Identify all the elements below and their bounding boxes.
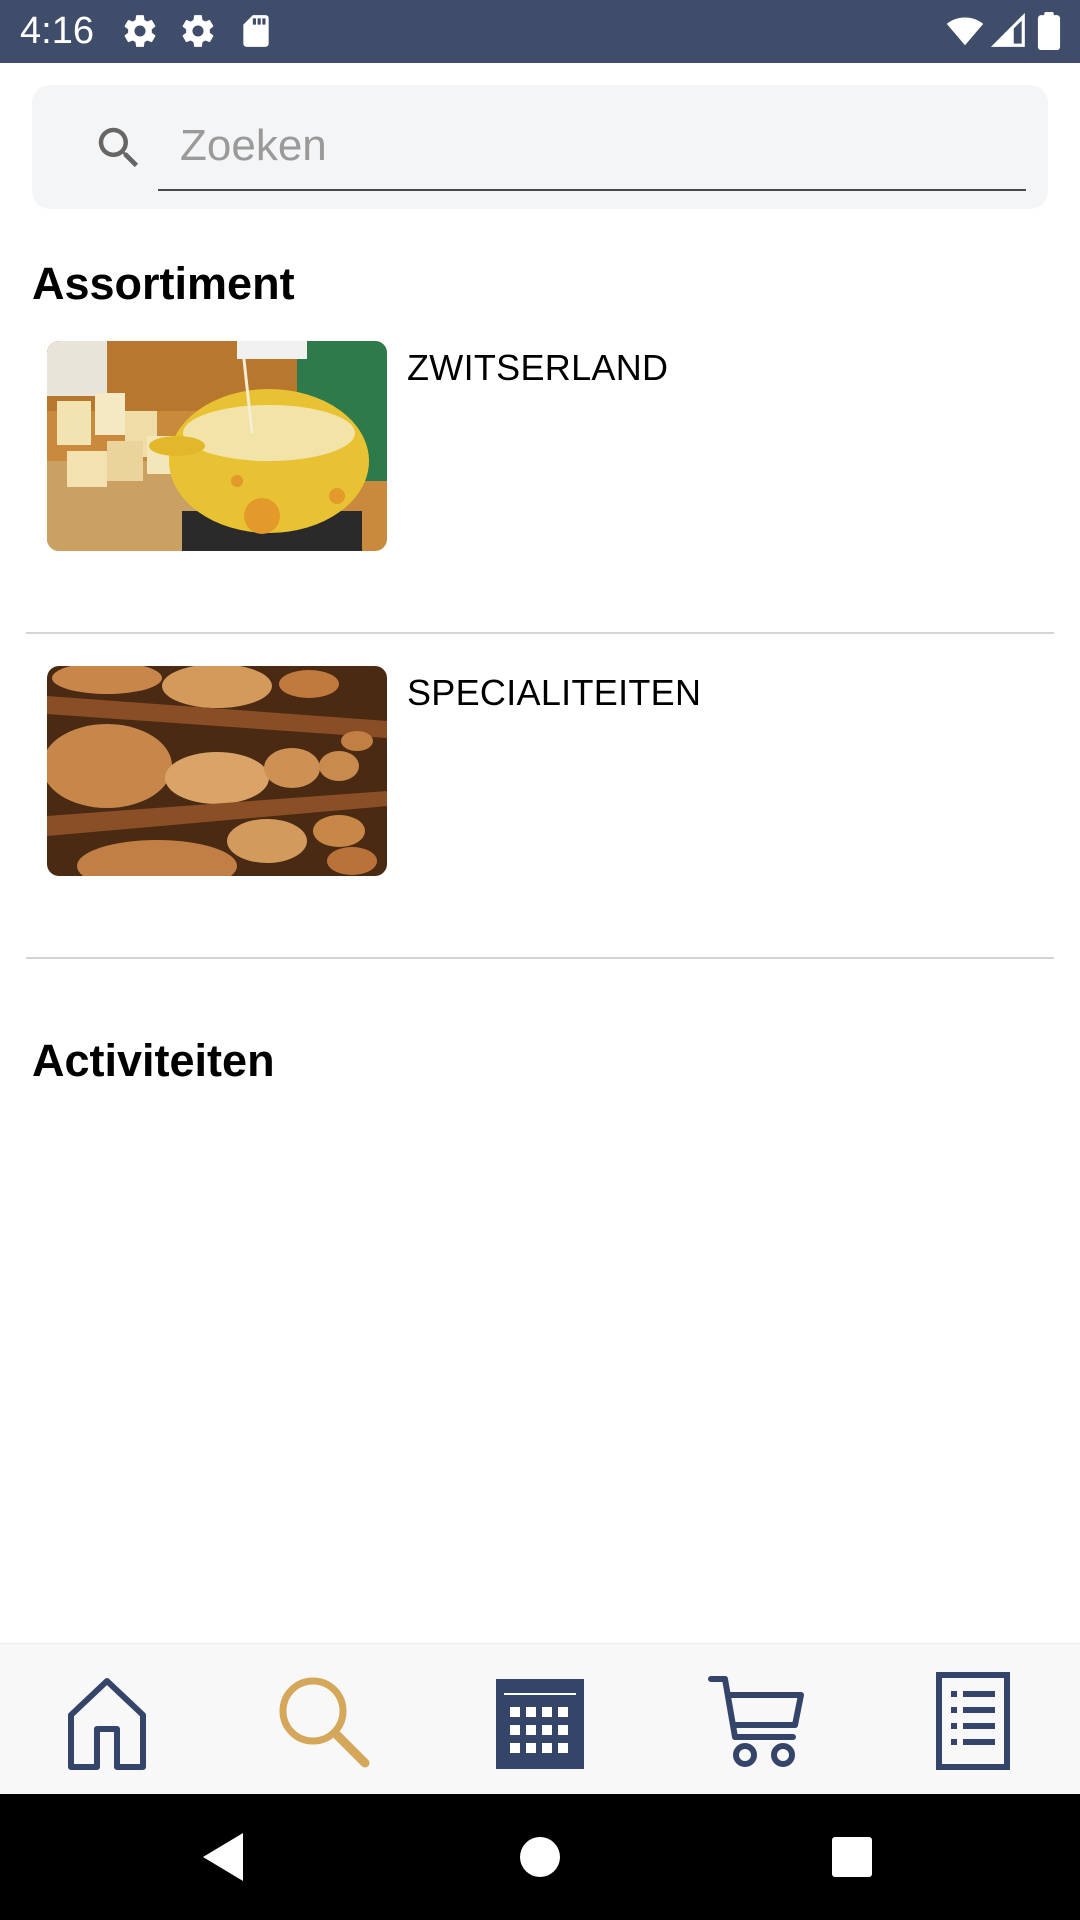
signal-icon xyxy=(990,12,1028,50)
fondue-pot-image xyxy=(47,341,387,551)
back-icon[interactable] xyxy=(195,1827,255,1887)
calendar-icon xyxy=(496,1679,584,1769)
cart-icon xyxy=(708,1676,804,1767)
status-bar: 4:16 xyxy=(0,0,1080,63)
section-title-assortiment: Assortiment xyxy=(32,258,295,309)
nav-home-button[interactable] xyxy=(52,1668,162,1774)
nav-search-button[interactable] xyxy=(268,1668,378,1774)
search-input[interactable] xyxy=(158,103,1026,191)
list-item[interactable]: SPECIALITEITEN xyxy=(26,634,1054,959)
gear-icon xyxy=(179,12,217,50)
nav-cart-button[interactable] xyxy=(702,1668,812,1774)
home-circle-icon[interactable] xyxy=(510,1827,570,1887)
category-label: ZWITSERLAND xyxy=(407,347,669,388)
cheese-wheels-shelf-image xyxy=(47,666,387,876)
search-icon xyxy=(92,121,146,175)
search-bar xyxy=(32,85,1048,209)
system-navigation-bar xyxy=(0,1794,1080,1920)
list-item[interactable]: ZWITSERLAND xyxy=(26,309,1054,634)
nav-calendar-button[interactable] xyxy=(485,1668,595,1774)
wifi-icon xyxy=(944,12,986,50)
category-label: SPECIALITEITEN xyxy=(407,672,702,713)
list-icon xyxy=(936,1672,1010,1770)
home-icon xyxy=(68,1678,146,1770)
status-time: 4:16 xyxy=(20,10,94,52)
section-title-activiteiten: Activiteiten xyxy=(32,1035,275,1086)
recents-square-icon[interactable] xyxy=(822,1827,882,1887)
battery-icon xyxy=(1034,12,1064,50)
sd-card-icon xyxy=(237,12,275,50)
bottom-navigation xyxy=(0,1643,1080,1795)
search-icon xyxy=(279,1677,370,1768)
nav-list-button[interactable] xyxy=(918,1668,1028,1774)
gear-icon xyxy=(121,12,159,50)
